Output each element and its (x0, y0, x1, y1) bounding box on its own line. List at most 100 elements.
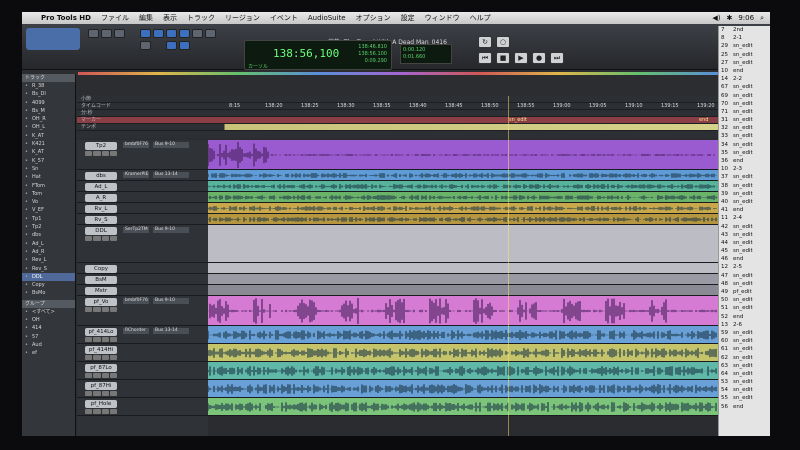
track-name[interactable]: Tp2 (85, 142, 117, 150)
menu-audiosuite[interactable]: AudioSuite (303, 14, 351, 22)
group-item[interactable]: 57 (22, 333, 75, 342)
track-lane[interactable] (208, 203, 718, 214)
track-name[interactable]: pf_87Lo (85, 364, 117, 372)
track-msr-buttons[interactable] (85, 151, 117, 156)
memory-location-item[interactable]: 46 end (719, 255, 770, 263)
menu-view[interactable]: 表示 (158, 13, 182, 23)
track-list-item[interactable]: Tp2 (22, 223, 75, 232)
edit-window-tracks[interactable] (208, 140, 718, 436)
ruler-timecode[interactable]: タイムコード 8:15 138:20 138:25 138:30 138:35 138:40… (77, 103, 718, 110)
group-item[interactable]: <すべて> (22, 308, 75, 317)
memory-location-item[interactable]: 60 sn_edit (719, 337, 770, 345)
track-name[interactable]: Rv_L (85, 205, 117, 213)
menu-event[interactable]: イベント (265, 13, 303, 23)
loop-button[interactable]: ↻ (478, 36, 492, 48)
memory-location-item[interactable]: 41 end (719, 206, 770, 214)
track-lane[interactable] (208, 225, 718, 263)
track-insert-slot[interactable]: bmbf0F76 (123, 142, 149, 148)
menu-file[interactable]: ファイル (96, 13, 134, 23)
memory-location-item[interactable]: 12 2-5 (719, 263, 770, 271)
track-header[interactable]: Copy (77, 263, 208, 274)
memory-location-item[interactable]: 71 sn_edit (719, 108, 770, 116)
track-name[interactable]: A_R (85, 194, 117, 202)
group-item[interactable]: OH (22, 316, 75, 325)
pencil-tool-button[interactable] (205, 29, 216, 38)
memory-location-item[interactable]: 48 sn_edit (719, 280, 770, 288)
memory-location-item[interactable]: 59 sn_edit (719, 329, 770, 337)
track-msr-buttons[interactable] (85, 355, 117, 360)
track-list-item[interactable]: Hat (22, 173, 75, 182)
track-lane[interactable] (208, 214, 718, 225)
track-lane[interactable] (208, 263, 718, 274)
track-header[interactable]: A_R (77, 192, 208, 203)
menu-track[interactable]: トラック (182, 13, 220, 23)
scrubber-tool-button[interactable] (192, 29, 203, 38)
nudge-button[interactable] (179, 41, 190, 50)
return-to-zero-button[interactable]: ⏮ (478, 52, 492, 64)
track-lane[interactable] (208, 170, 718, 181)
track-list-item[interactable]: OH_L (22, 123, 75, 132)
play-button[interactable]: ▶ (514, 52, 528, 64)
memory-location-item[interactable]: 54 sn_edit (719, 386, 770, 394)
track-list-item[interactable]: Ad_R (22, 248, 75, 257)
track-list-item[interactable]: K_AT (22, 132, 75, 141)
record-button[interactable]: ● (532, 52, 546, 64)
track-list-item[interactable]: Rev_S (22, 265, 75, 274)
track-list-item[interactable]: K_57 (22, 157, 75, 166)
memory-location-item[interactable]: 10 end (719, 67, 770, 75)
track-insert-slot[interactable]: bmbf0F76 (123, 298, 149, 304)
memory-location-item[interactable]: 56 end (719, 403, 770, 411)
track-lane[interactable] (208, 192, 718, 203)
track-lane[interactable] (208, 380, 718, 398)
memory-location-item[interactable]: 40 sn_edit (719, 198, 770, 206)
track-name[interactable]: Copy (85, 265, 117, 273)
track-msr-buttons[interactable] (85, 307, 117, 312)
track-header[interactable]: dbs KramerPIE Bus 13-14 (77, 170, 208, 181)
memory-location-item[interactable]: 14 2-2 (719, 75, 770, 83)
track-output-selector[interactable]: Bus 9-10 (153, 142, 189, 148)
memory-location-item[interactable]: 42 sn_edit (719, 223, 770, 231)
main-counter[interactable]: 138:56,100 カーソル 138:46.810 138:56.100 0:… (244, 40, 392, 70)
track-lane[interactable] (208, 344, 718, 362)
track-insert-slot[interactable]: KramerPIE (123, 172, 149, 178)
track-lane[interactable] (208, 140, 718, 170)
volume-icon[interactable]: ◀) (712, 14, 720, 23)
group-item[interactable]: 414 (22, 324, 75, 333)
track-output-selector[interactable]: Bus 13-14 (153, 328, 189, 334)
track-header[interactable]: Mstr (77, 285, 208, 296)
memory-location-item[interactable]: 70 sn_edit (719, 100, 770, 108)
memory-location-item[interactable]: 32 sn_edit (719, 124, 770, 132)
track-msr-buttons[interactable] (85, 373, 117, 378)
track-list-item[interactable]: V_EF (22, 206, 75, 215)
memory-location-item[interactable]: 63 sn_edit (719, 362, 770, 370)
track-name[interactable]: pf_Hole (85, 400, 117, 408)
group-item[interactable]: Aud (22, 341, 75, 350)
memory-location-item[interactable]: 35 sn_edit (719, 149, 770, 157)
menu-app-name[interactable]: Pro Tools HD (36, 14, 96, 22)
track-list-item[interactable]: Vo (22, 198, 75, 207)
memory-location-item[interactable]: 37 sn_edit (719, 173, 770, 181)
track-name[interactable]: pf_414Hi (85, 346, 117, 354)
go-to-end-button[interactable]: ⏭ (550, 52, 564, 64)
track-name[interactable]: pf_414Lo (85, 328, 117, 336)
memory-location-item[interactable]: 53 sn_edit (719, 378, 770, 386)
memory-location-item[interactable]: 7 2nd (719, 26, 770, 34)
track-name[interactable]: Rv_S (85, 216, 117, 224)
stop-button[interactable]: ■ (496, 52, 510, 64)
menu-options[interactable]: オプション (351, 13, 396, 23)
track-list-item[interactable]: Copy (22, 281, 75, 290)
track-header[interactable]: DDL SerTp2TM Bus 9-10 (77, 225, 208, 263)
trim-tool-button[interactable] (153, 29, 164, 38)
edit-mode-selector[interactable] (26, 28, 80, 50)
ruler-tempo[interactable]: テンポ (77, 124, 718, 131)
menu-setup[interactable]: 設定 (396, 13, 420, 23)
track-list-item[interactable]: OH_R (22, 115, 75, 124)
track-list-item[interactable]: K_AT (22, 148, 75, 157)
groups-header[interactable]: グループ (22, 299, 75, 308)
memory-location-item[interactable]: 61 sn_edit (719, 345, 770, 353)
memory-location-item[interactable]: 25 sn_edit (719, 51, 770, 59)
ruler-markers[interactable]: マーカー sn_edit end (77, 117, 718, 124)
memory-location-item[interactable]: 49 pf_edit (719, 288, 770, 296)
ruler-bars-beats[interactable]: 小節 (77, 96, 718, 103)
memory-location-item[interactable]: 33 sn_edit (719, 132, 770, 140)
